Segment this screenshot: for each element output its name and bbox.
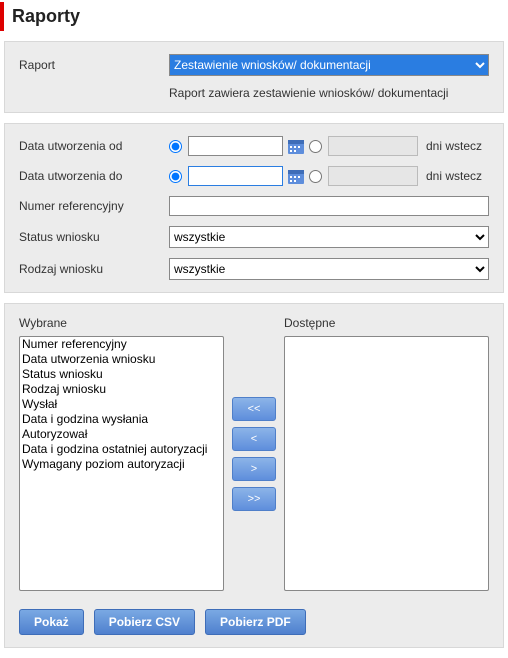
list-item[interactable]: Data utworzenia wniosku	[20, 352, 223, 367]
list-item[interactable]: Wymagany poziom autoryzacji	[20, 457, 223, 472]
columns-panel: Wybrane Numer referencyjnyData utworzeni…	[4, 303, 504, 648]
date-from-radio-date[interactable]	[169, 140, 182, 153]
move-all-left-button[interactable]: <<	[232, 397, 276, 421]
date-to-input[interactable]	[188, 166, 283, 186]
date-to-suffix: dni wstecz	[426, 169, 482, 183]
date-from-label: Data utworzenia od	[19, 139, 169, 153]
report-description: Raport zawiera zestawienie wniosków/ dok…	[169, 86, 489, 100]
report-panel: Raport Zestawienie wniosków/ dokumentacj…	[4, 41, 504, 113]
move-left-button[interactable]: <	[232, 427, 276, 451]
list-item[interactable]: Data i godzina wysłania	[20, 412, 223, 427]
date-to-days-input[interactable]	[328, 166, 418, 186]
date-to-radio-date[interactable]	[169, 170, 182, 183]
date-to-label: Data utworzenia do	[19, 169, 169, 183]
date-from-suffix: dni wstecz	[426, 139, 482, 153]
selected-columns-label: Wybrane	[19, 316, 224, 330]
move-right-button[interactable]: >	[232, 457, 276, 481]
calendar-icon[interactable]	[287, 137, 305, 155]
calendar-icon[interactable]	[287, 167, 305, 185]
list-item[interactable]: Autoryzował	[20, 427, 223, 442]
date-from-input[interactable]	[188, 136, 283, 156]
list-item[interactable]: Numer referencyjny	[20, 337, 223, 352]
list-item[interactable]: Rodzaj wniosku	[20, 382, 223, 397]
list-item[interactable]: Wysłał	[20, 397, 223, 412]
selected-columns-list[interactable]: Numer referencyjnyData utworzenia wniosk…	[19, 336, 224, 591]
filters-panel: Data utworzenia od dni wstecz Data utwor…	[4, 123, 504, 293]
refno-input[interactable]	[169, 196, 489, 216]
type-select[interactable]: wszystkie	[169, 258, 489, 280]
report-label: Raport	[19, 58, 169, 72]
download-csv-button[interactable]: Pobierz CSV	[94, 609, 195, 635]
available-columns-list[interactable]	[284, 336, 489, 591]
type-label: Rodzaj wniosku	[19, 262, 169, 276]
refno-label: Numer referencyjny	[19, 199, 169, 213]
available-columns-label: Dostępne	[284, 316, 489, 330]
page-title: Raporty	[0, 2, 508, 31]
list-item[interactable]: Data i godzina ostatniej autoryzacji	[20, 442, 223, 457]
download-pdf-button[interactable]: Pobierz PDF	[205, 609, 306, 635]
date-from-days-input[interactable]	[328, 136, 418, 156]
status-label: Status wniosku	[19, 230, 169, 244]
status-select[interactable]: wszystkie	[169, 226, 489, 248]
list-item[interactable]: Status wniosku	[20, 367, 223, 382]
date-from-radio-days[interactable]	[309, 140, 322, 153]
show-button[interactable]: Pokaż	[19, 609, 84, 635]
move-all-right-button[interactable]: >>	[232, 487, 276, 511]
report-select[interactable]: Zestawienie wniosków/ dokumentacji	[169, 54, 489, 76]
date-to-radio-days[interactable]	[309, 170, 322, 183]
